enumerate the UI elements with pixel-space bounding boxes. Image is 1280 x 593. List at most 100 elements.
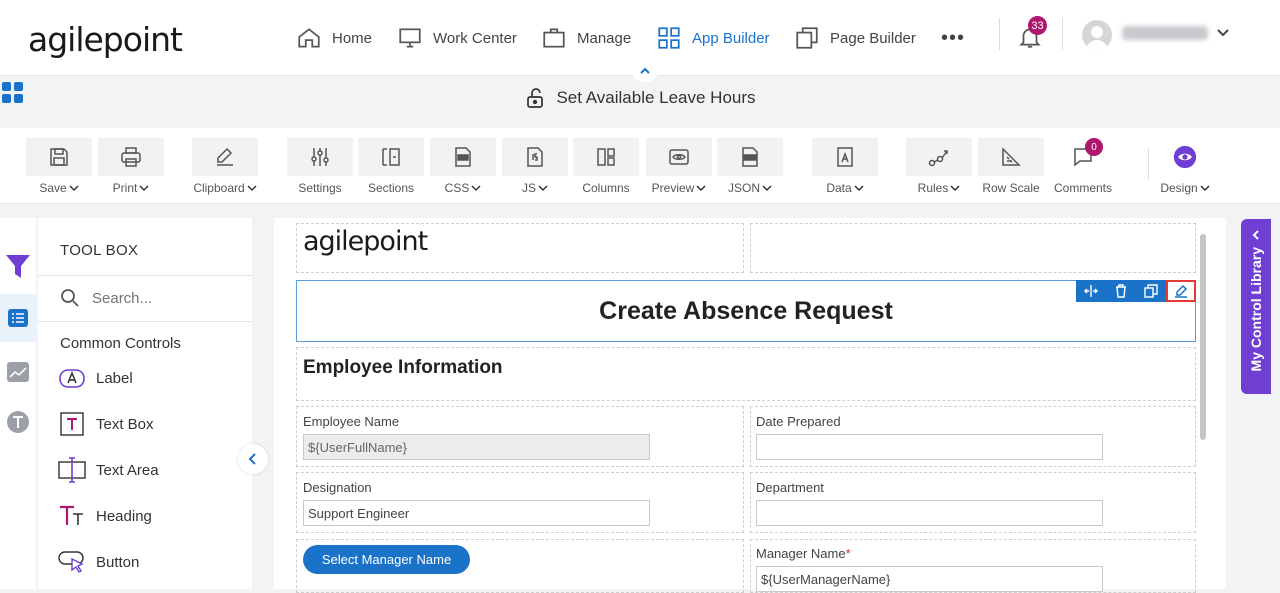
required-asterisk: * <box>845 546 851 561</box>
data-file-icon <box>837 147 853 167</box>
select-manager-button[interactable]: Select Manager Name <box>303 545 470 574</box>
eye-icon <box>669 149 689 165</box>
canvas-scrollbar[interactable] <box>1200 234 1206 440</box>
chevron-down-icon <box>762 185 772 192</box>
sections-button[interactable]: Sections <box>358 138 424 195</box>
chevron-down-icon <box>471 185 481 192</box>
nav-home[interactable]: Home <box>296 24 372 52</box>
grid-icon <box>658 27 680 49</box>
nav-manage[interactable]: Manage <box>541 24 631 52</box>
form-heading-text: Create Absence Request <box>599 296 893 325</box>
chevron-up-icon <box>640 67 650 74</box>
nav-home-label: Home <box>332 29 373 47</box>
json-file-icon <box>742 147 758 167</box>
user-menu-chevron-icon[interactable] <box>1216 26 1230 45</box>
clipboard-button[interactable]: Clipboard <box>192 138 258 195</box>
columns-button[interactable]: Columns <box>573 138 639 195</box>
empty-cell[interactable] <box>750 223 1196 273</box>
delete-button[interactable] <box>1106 280 1136 302</box>
control-text-box[interactable]: Text Box <box>58 410 154 438</box>
settings-button[interactable]: Settings <box>287 138 353 195</box>
text-box-control-icon <box>60 412 84 436</box>
more-menu-icon[interactable]: ••• <box>941 27 965 50</box>
rules-icon <box>928 150 948 167</box>
control-button[interactable]: Button <box>58 548 139 576</box>
columns-icon <box>597 148 615 166</box>
funnel-icon <box>6 255 30 278</box>
copy-icon <box>1144 284 1158 298</box>
form-canvas <box>274 218 1226 589</box>
sliders-icon <box>311 148 329 166</box>
preview-label: Preview <box>651 181 695 195</box>
rail-charts[interactable] <box>0 348 36 396</box>
unlock-icon[interactable] <box>524 86 548 110</box>
user-avatar[interactable] <box>1082 20 1112 50</box>
my-control-library-tab[interactable]: My Control Library <box>1241 219 1271 394</box>
comments-label: Comments <box>1053 181 1112 195</box>
rail-toolbox[interactable] <box>0 294 36 342</box>
chevron-down-icon <box>139 185 149 192</box>
common-controls-heading: Common Controls <box>60 335 181 352</box>
toolbox-search-input[interactable] <box>92 289 232 307</box>
duplicate-button[interactable] <box>1136 280 1166 302</box>
comments-button[interactable]: Comments <box>1050 138 1116 195</box>
form-heading[interactable]: Create Absence Request <box>296 280 1196 342</box>
designation-input[interactable] <box>303 500 650 526</box>
control-heading[interactable]: Heading <box>58 502 152 530</box>
chevron-down-icon <box>69 185 79 192</box>
columns-label: Columns <box>582 181 630 195</box>
label-control-icon <box>59 369 85 388</box>
rail-filter[interactable] <box>0 242 36 290</box>
nav-divider <box>999 18 1000 50</box>
design-button[interactable]: Design <box>1152 138 1218 195</box>
notification-count-badge: 33 <box>1028 16 1047 35</box>
nav-page-builder-label: Page Builder <box>830 29 916 47</box>
js-button[interactable]: JS <box>502 138 568 195</box>
nav-page-builder[interactable]: Page Builder <box>794 24 916 52</box>
control-text-area[interactable]: Text Area <box>58 456 159 484</box>
data-button[interactable]: Data <box>812 138 878 195</box>
toolbox-title: TOOL BOX <box>60 242 139 259</box>
sections-icon <box>382 148 400 166</box>
chevron-down-icon <box>247 185 257 192</box>
toolbar-divider <box>1148 148 1149 180</box>
json-button[interactable]: JSON <box>717 138 783 195</box>
nav-manage-label: Manage <box>577 29 632 47</box>
collapse-header-button[interactable] <box>632 60 658 82</box>
left-rail <box>0 218 36 589</box>
css-button[interactable]: CSS <box>430 138 496 195</box>
home-icon <box>298 28 320 48</box>
chevron-left-icon <box>1252 230 1259 240</box>
user-name-blurred[interactable] <box>1122 26 1208 40</box>
collapse-toolbox-button[interactable] <box>238 444 268 474</box>
section-heading: Employee Information <box>303 357 503 378</box>
control-button-text: Button <box>96 553 140 571</box>
control-heading-text: Heading <box>96 507 152 525</box>
manager-name-label: Manager Name* <box>756 546 851 561</box>
manager-name-input[interactable] <box>756 566 1103 592</box>
monitor-icon <box>399 28 421 48</box>
css-label: CSS <box>444 181 470 195</box>
rail-templates[interactable] <box>0 398 36 446</box>
chevron-down-icon <box>1217 29 1229 37</box>
nav-work-center[interactable]: Work Center <box>397 24 517 52</box>
agilepoint-logo[interactable]: agilepoint <box>28 20 183 59</box>
department-input[interactable] <box>756 500 1103 526</box>
css-file-icon <box>455 147 471 167</box>
heading-control-icon <box>60 505 83 525</box>
employee-name-input[interactable] <box>303 434 650 460</box>
nav-work-center-label: Work Center <box>433 29 517 47</box>
rules-button[interactable]: Rules <box>906 138 972 195</box>
nav-app-builder[interactable]: App Builder <box>656 24 770 52</box>
date-prepared-input[interactable] <box>756 434 1103 460</box>
save-button[interactable]: Save <box>26 138 92 195</box>
preview-button[interactable]: Preview <box>646 138 712 195</box>
edit-button[interactable] <box>1166 280 1196 302</box>
row-scale-button[interactable]: Row Scale <box>978 138 1044 195</box>
resize-icon <box>1084 285 1098 297</box>
control-label[interactable]: Label <box>58 364 133 392</box>
printer-icon <box>121 147 141 167</box>
print-button[interactable]: Print <box>98 138 164 195</box>
resize-button[interactable] <box>1076 280 1106 302</box>
save-label: Save <box>39 181 67 195</box>
